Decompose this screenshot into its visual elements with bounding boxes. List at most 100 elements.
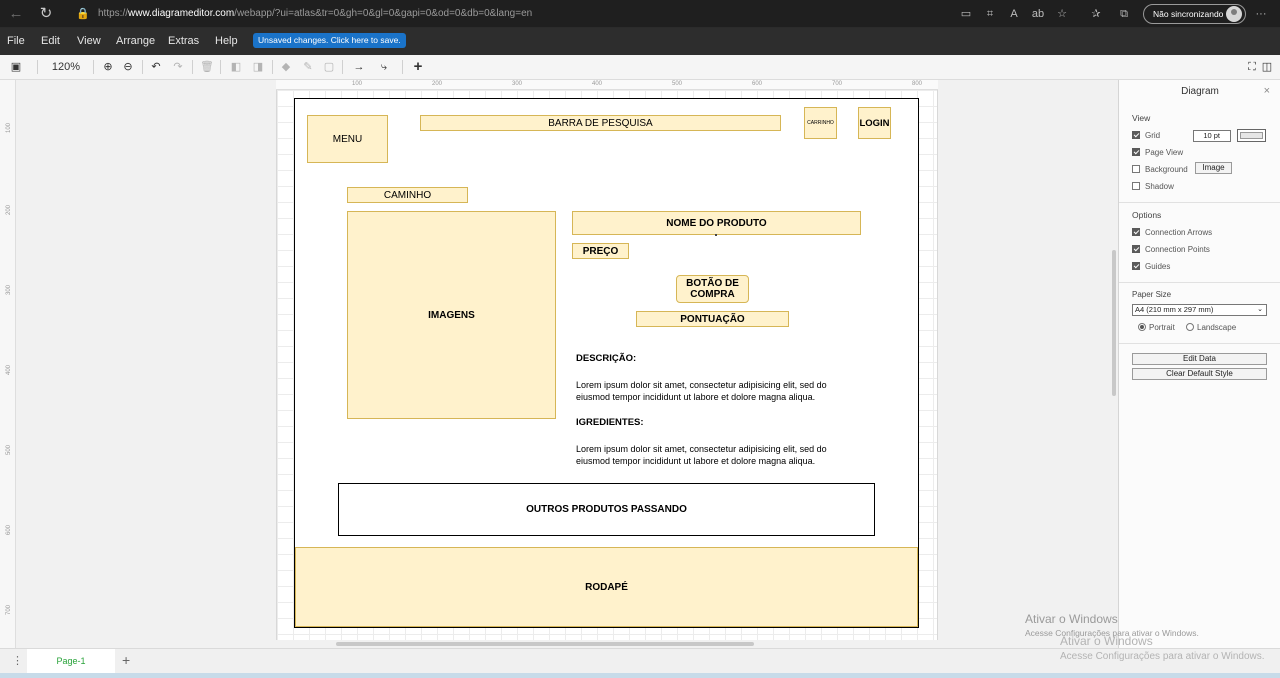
sync-button[interactable]: Não sincronizando [1143,4,1246,24]
background-option[interactable]: Background [1132,165,1188,174]
menu-view[interactable]: View [77,28,101,54]
image-button[interactable]: Image [1195,162,1232,174]
add-page-icon[interactable]: + [122,652,130,668]
address-bar[interactable]: 🔒 https://www.diagrameditor.com/webapp/?… [66,3,966,25]
zoom-select[interactable]: 120% [46,58,86,76]
read-aloud-icon[interactable]: A [1006,6,1022,22]
shape-rating[interactable]: PONTUAÇÃO [636,311,789,327]
edit-data-button[interactable]: Edit Data [1132,353,1267,365]
format-panel-icon[interactable]: ◫ [1260,58,1274,76]
shape-product-name[interactable]: NOME DO PRODUTO [572,211,861,235]
shadow-option[interactable]: Shadow [1132,182,1174,191]
more-icon[interactable]: ··· [1253,6,1269,22]
grid-color-swatch[interactable] [1237,129,1266,142]
ingredients-title[interactable]: IGREDIENTES: [576,417,644,429]
paper-size-select[interactable]: A4 (210 mm x 297 mm) ⌄ [1132,304,1267,316]
favorite-icon[interactable]: ☆ [1054,6,1070,22]
zoom-in-icon[interactable]: ⊕ [100,58,116,76]
shape-label: PONTUAÇÃO [680,313,745,325]
toolbar-separator [142,60,143,74]
menu-edit[interactable]: Edit [41,28,60,54]
grid-size-value: 10 pt [1203,131,1220,140]
redo-icon[interactable]: ↷ [170,58,186,76]
ingredients-text[interactable]: Lorem ipsum dolor sit amet, consectetur … [576,444,860,467]
top-ruler: 100 200 300 400 500 600 700 800 [276,80,938,90]
toolbar-separator [402,60,403,74]
insert-icon[interactable]: + [408,58,428,76]
pages-menu-icon[interactable]: ⋮ [12,654,23,667]
view-heading: View [1132,113,1151,123]
page-view-icon[interactable]: ▣ [4,58,28,76]
checkbox-background[interactable] [1132,165,1140,173]
ruler-label: 100 [6,122,13,134]
grid-size-input[interactable]: 10 pt [1193,130,1231,142]
menu-extras[interactable]: Extras [168,28,199,54]
grid-option[interactable]: Grid [1132,131,1160,140]
delete-icon[interactable]: 🗑 [199,58,215,76]
vertical-scrollbar[interactable] [1112,250,1116,396]
fill-color-icon[interactable]: ◆ [278,58,294,76]
shape-label: LOGIN [859,117,890,129]
connection-arrows-option[interactable]: Connection Arrows [1132,228,1212,237]
horizontal-scrollbar[interactable] [336,642,754,646]
shape-label: OUTROS PRODUTOS PASSANDO [526,504,687,515]
portrait-option[interactable]: Portrait [1138,323,1175,332]
tab-label: Page-1 [56,656,86,666]
description-title[interactable]: DESCRIÇÃO: [576,353,636,365]
watermark-subtitle: Acesse Configurações para ativar o Windo… [1060,651,1265,662]
menu-arrange[interactable]: Arrange [116,28,155,54]
url-host: www.diagrameditor.com [128,8,235,19]
to-front-icon[interactable]: ◧ [228,58,244,76]
reader-view-icon[interactable]: ▭ [958,6,974,22]
watermark-title: Ativar o Windows [1060,634,1153,648]
ruler-label: 300 [6,284,13,296]
ruler-label: 400 [6,364,13,376]
connection-icon[interactable]: → [348,58,370,76]
favorites-icon[interactable]: ✰ [1088,6,1104,22]
tab-page-1[interactable]: Page-1 [27,649,115,674]
close-icon[interactable]: × [1264,85,1270,97]
shape-images[interactable]: IMAGENS [347,211,556,419]
line-color-icon[interactable]: ✎ [300,58,316,76]
shape-price[interactable]: PREÇO [572,243,629,259]
checkbox-connection-arrows[interactable] [1132,228,1140,236]
unsaved-changes-button[interactable]: Unsaved changes. Click here to save. [253,33,406,48]
shape-login[interactable]: LOGIN [858,107,891,139]
fullscreen-icon[interactable]: ⛶ [1245,58,1259,76]
checkbox-page-view[interactable] [1132,148,1140,156]
shape-menu[interactable]: MENU [307,115,388,163]
clear-default-style-button[interactable]: Clear Default Style [1132,368,1267,380]
shape-search-bar[interactable]: BARRA DE PESQUISA [420,115,781,131]
waypoint-icon[interactable]: ⤷ [373,58,395,76]
checkbox-connection-points[interactable] [1132,245,1140,253]
connection-point [715,234,717,236]
landscape-option[interactable]: Landscape [1186,323,1236,332]
shape-path[interactable]: CAMINHO [347,187,468,203]
to-back-icon[interactable]: ◨ [250,58,266,76]
shape-buy-button[interactable]: BOTÃO DE COMPRA [676,275,749,303]
zoom-out-icon[interactable]: ⊖ [120,58,136,76]
page-view-option[interactable]: Page View [1132,148,1183,157]
ruler-label: 500 [672,81,683,87]
checkbox-grid[interactable] [1132,131,1140,139]
radio-portrait[interactable] [1138,323,1146,331]
shape-cart[interactable]: CARRINHO [804,107,837,139]
checkbox-guides[interactable] [1132,262,1140,270]
shadow-icon[interactable]: ▢ [321,58,337,76]
panel-divider [1119,282,1280,283]
reload-icon[interactable]: ↻ [36,5,56,23]
shape-other-products[interactable]: OUTROS PRODUTOS PASSANDO [338,483,875,536]
checkbox-shadow[interactable] [1132,182,1140,190]
collections-icon[interactable]: ⧉ [1116,6,1132,22]
guides-option[interactable]: Guides [1132,262,1170,271]
description-text[interactable]: Lorem ipsum dolor sit amet, consectetur … [576,380,860,403]
shape-footer[interactable]: RODAPÉ [295,547,918,627]
connection-points-option[interactable]: Connection Points [1132,245,1210,254]
menu-help[interactable]: Help [215,28,238,54]
translate-icon[interactable]: ab [1030,6,1046,22]
menu-file[interactable]: File [7,28,25,54]
apps-icon[interactable]: ⌗ [982,6,998,22]
back-icon[interactable]: ← [6,5,26,23]
radio-landscape[interactable] [1186,323,1194,331]
undo-icon[interactable]: ↶ [148,58,164,76]
